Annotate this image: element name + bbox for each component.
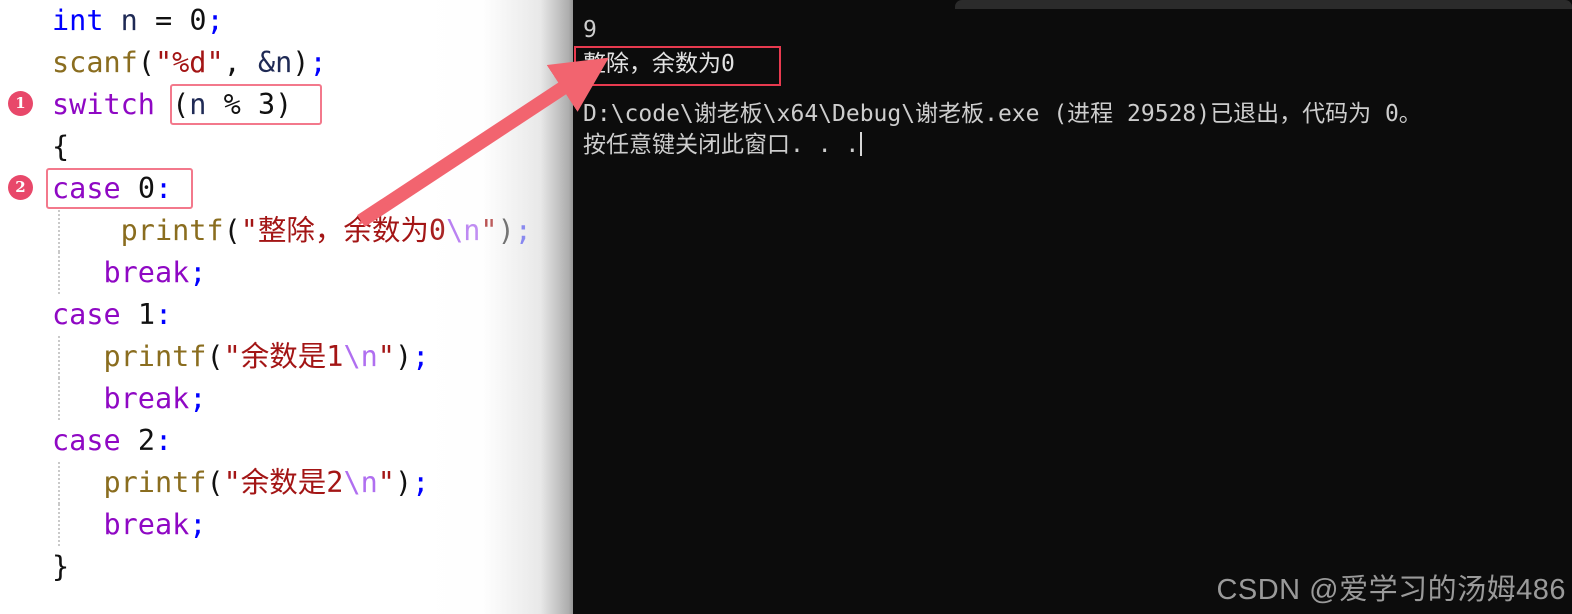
code-token: ; — [514, 214, 532, 247]
code-token: ; — [189, 256, 207, 289]
code-token: ; — [189, 382, 207, 415]
code-token: ; — [309, 46, 327, 79]
code-token: ( — [172, 88, 190, 121]
code-line[interactable]: break; — [0, 378, 573, 420]
code-token: 2 — [137, 424, 155, 457]
console-titlebar — [955, 0, 1572, 9]
code-token: case — [52, 172, 121, 205]
code-token: ; — [189, 508, 207, 541]
code-token: "余数是1 — [223, 340, 344, 373]
console-input-echo: 9 — [583, 17, 597, 43]
csdn-watermark: CSDN @爱学习的汤姆486 — [1216, 574, 1566, 606]
code-token: break — [103, 508, 190, 541]
code-token: 3 — [257, 88, 276, 121]
code-token: ( — [206, 466, 224, 499]
code-editor-pane[interactable]: int n = 0; scanf("%d", &n); switch (n % 3)… — [0, 0, 573, 614]
code-token: 0 — [137, 172, 155, 205]
screenshot-root: int n = 0; scanf("%d", &n); switch (n % 3)… — [0, 0, 1572, 614]
code-token: scanf — [52, 46, 138, 79]
code-token: ; — [206, 4, 224, 37]
code-token: , — [223, 46, 258, 79]
code-token: = — [137, 4, 190, 37]
console-exit-message: D:\code\谢老板\x64\Debug\谢老板.exe (进程 29528)… — [583, 101, 1422, 127]
code-token: ; — [412, 466, 430, 499]
code-token: { — [52, 130, 70, 163]
text-cursor-caret — [860, 132, 863, 156]
code-token: : — [154, 424, 173, 457]
code-line[interactable]: int n = 0; — [0, 0, 573, 42]
code-token: " — [480, 214, 498, 247]
indent-guide — [58, 252, 62, 294]
code-line[interactable]: printf("余数是2\n"); — [0, 462, 573, 504]
code-token: switch — [52, 88, 155, 121]
annotation-badge-1: 1 — [8, 91, 33, 116]
code-token: ) — [497, 214, 515, 247]
code-token: "余数是2 — [223, 466, 344, 499]
code-token: "%d" — [154, 46, 224, 79]
code-token: \n — [343, 466, 378, 499]
code-token: break — [103, 382, 190, 415]
code-line[interactable]: switch (n % 3) — [0, 84, 573, 126]
code-token: ) — [292, 46, 310, 79]
indent-guide — [58, 336, 62, 378]
code-token: : — [154, 298, 173, 331]
code-token: } — [52, 550, 70, 583]
indent-guide — [58, 462, 62, 504]
code-token: 0 — [189, 4, 207, 37]
code-token: case — [52, 298, 121, 331]
code-token: \n — [343, 340, 378, 373]
code-token: : — [154, 172, 173, 205]
code-token: ( — [137, 46, 155, 79]
code-token: printf — [103, 340, 207, 373]
code-token: ) — [394, 466, 413, 499]
code-token: " — [377, 466, 395, 499]
code-line[interactable]: break; — [0, 504, 573, 546]
code-line[interactable]: case 2: — [0, 420, 573, 462]
code-token: n — [189, 88, 207, 121]
code-token: case — [52, 424, 121, 457]
indent-guide — [58, 378, 62, 420]
console-prompt-message: 按任意键关闭此窗口. . . — [583, 131, 863, 160]
code-line[interactable]: scanf("%d", &n); — [0, 42, 573, 84]
code-token: 1 — [137, 298, 155, 331]
indent-guide — [58, 210, 62, 252]
code-token: n — [120, 4, 138, 37]
code-listing[interactable]: int n = 0; scanf("%d", &n); switch (n % 3)… — [0, 0, 573, 588]
console-prompt-text: 按任意键关闭此窗口. . . — [583, 132, 860, 158]
code-token: &n — [257, 46, 293, 79]
indent-guide — [58, 504, 62, 546]
code-line[interactable]: printf("整除，余数为0\n"); — [0, 210, 573, 252]
code-token: ) — [394, 340, 413, 373]
code-line[interactable]: { — [0, 126, 573, 168]
code-token: ( — [223, 214, 241, 247]
code-token: ( — [206, 340, 224, 373]
code-line[interactable]: printf("余数是1\n"); — [0, 336, 573, 378]
code-token: \n — [446, 214, 481, 247]
code-line[interactable]: case 1: — [0, 294, 573, 336]
code-token: break — [103, 256, 190, 289]
code-line[interactable]: break; — [0, 252, 573, 294]
code-line[interactable]: } — [0, 546, 573, 588]
console-output-highlight-box — [574, 46, 781, 86]
console-output-pane[interactable]: 9 整除，余数为0 D:\code\谢老板\x64\Debug\谢老板.exe … — [573, 0, 1572, 614]
code-token: % — [206, 88, 258, 121]
code-token: ; — [412, 340, 430, 373]
code-token: int — [52, 4, 104, 37]
code-token: ) — [275, 88, 293, 121]
code-token: printf — [120, 214, 224, 247]
code-line[interactable]: case 0: — [0, 168, 573, 210]
code-token: " — [377, 340, 395, 373]
code-token: printf — [103, 466, 207, 499]
annotation-badge-2: 2 — [8, 175, 33, 200]
code-token: "整除，余数为0 — [240, 214, 447, 247]
